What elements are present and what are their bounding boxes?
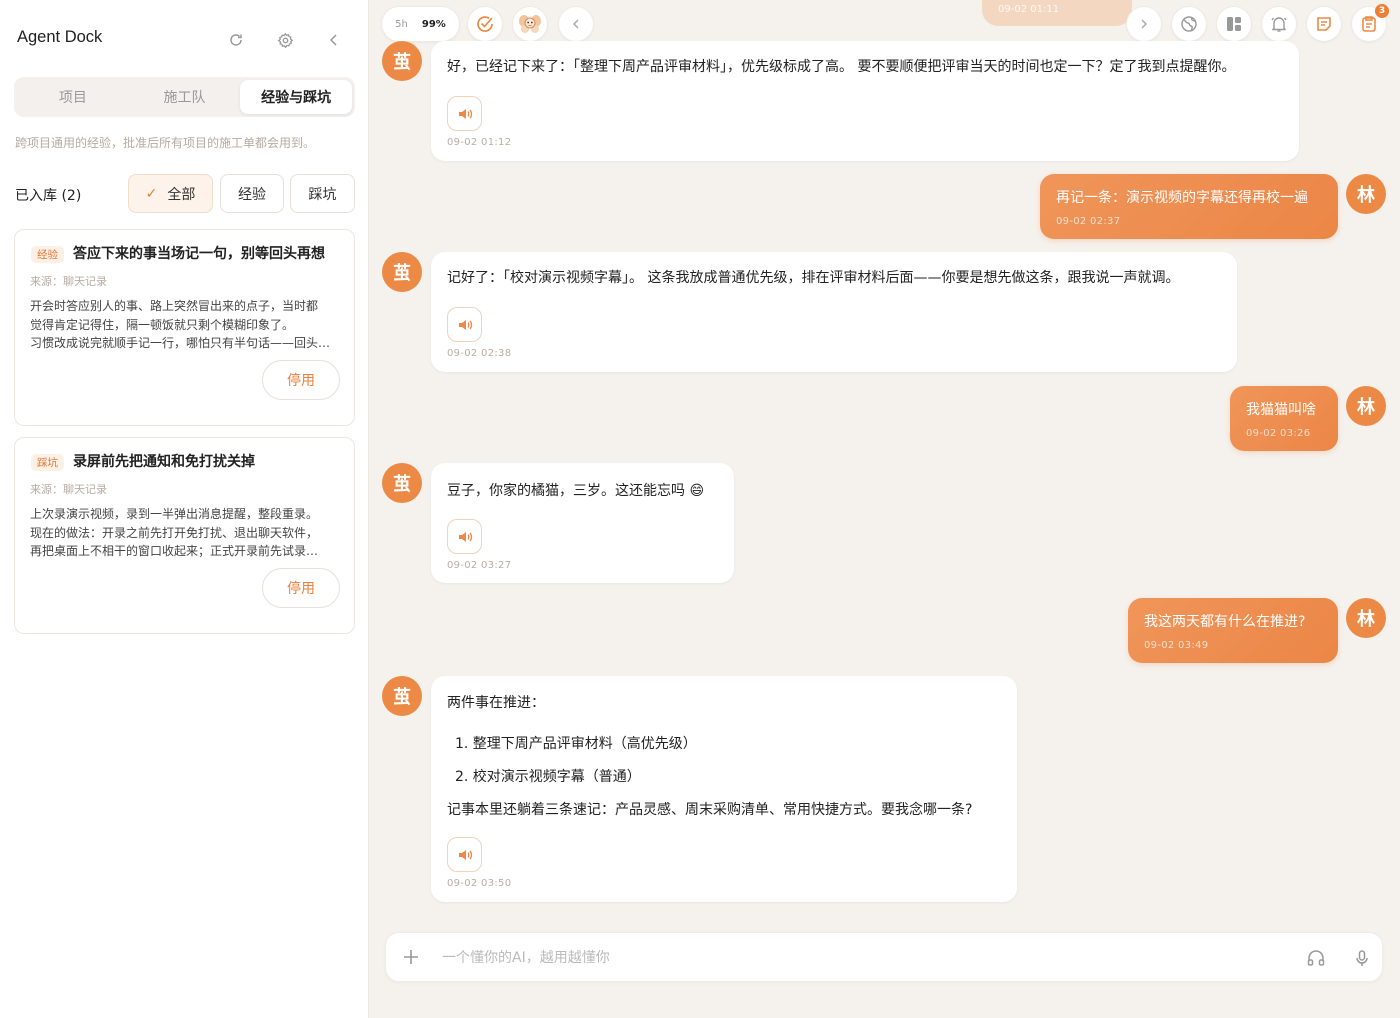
speaker-play-icon[interactable] <box>447 96 482 131</box>
assistant-avatar: 茧 <box>382 252 422 292</box>
time-window-label: 5h <box>395 18 408 30</box>
chevron-left-icon[interactable] <box>558 6 594 42</box>
filter-experience-button[interactable]: 经验 <box>220 174 284 213</box>
tab-projects[interactable]: 项目 <box>17 80 129 114</box>
disable-button[interactable]: 停用 <box>262 360 340 400</box>
card-body-line: 现在的做法：开录之前先打开免打扰、退出聊天软件， <box>30 525 319 540</box>
user-message: 我猫猫叫啥 09-02 03:26 <box>1230 386 1338 451</box>
filter-all-button[interactable]: ✓ 全部 <box>128 174 213 213</box>
headphones-icon[interactable] <box>1304 946 1328 970</box>
check-circle-icon[interactable] <box>467 6 503 42</box>
refresh-icon[interactable] <box>225 29 247 51</box>
app-title: Agent Dock <box>17 28 103 46</box>
assistant-message: 豆子，你家的橘猫，三岁。这还能忘吗 😄 09-02 03:27 <box>431 463 734 583</box>
sidebar: Agent Dock 项目 施工队 经验与踩坑 跨项目通用的经验，批准后所有项目… <box>0 0 369 1018</box>
sidebar-tabs: 项目 施工队 经验与踩坑 <box>14 77 355 117</box>
message-text: 我这两天都有什么在推进? <box>1144 614 1306 630</box>
settings-gear-icon[interactable] <box>274 29 296 51</box>
message-timestamp: 09-02 02:38 <box>447 348 512 359</box>
knowledge-card[interactable]: 经验 答应下来的事当场记一句，别等回头再想 来源：聊天记录 开会时答应别人的事、… <box>14 229 355 426</box>
check-icon: ✓ <box>145 185 158 202</box>
speaker-play-icon[interactable] <box>447 307 482 342</box>
card-tag: 踩坑 <box>31 454 64 471</box>
chat-input[interactable] <box>442 943 1282 973</box>
disable-button[interactable]: 停用 <box>262 568 340 608</box>
card-source: 来源：聊天记录 <box>30 483 107 496</box>
tab-crew[interactable]: 施工队 <box>129 80 241 114</box>
card-body-line: 觉得肯定记得住，隔一顿饭就只剩个模糊印象了。 <box>30 317 295 332</box>
mascot-icon[interactable] <box>512 6 548 42</box>
previous-timestamp-fragment: 09-02 01:11 <box>982 0 1132 26</box>
message-timestamp: 09-02 03:50 <box>447 878 512 889</box>
message-text: 再记一条：演示视频的字幕还得再校一遍 <box>1056 190 1308 206</box>
user-message: 我这两天都有什么在推进? 09-02 03:49 <box>1128 598 1338 663</box>
notification-badge: 3 <box>1375 4 1389 18</box>
message-text: 好，已经记下来了：「整理下周产品评审材料」，优先级标成了高。 要不要顺便把评审当… <box>447 59 1236 75</box>
card-tag: 经验 <box>31 246 64 263</box>
section-description: 跨项目通用的经验，批准后所有项目的施工单都会用到。 <box>15 136 316 150</box>
user-avatar: 林 <box>1346 386 1386 426</box>
card-source: 来源：聊天记录 <box>30 275 107 288</box>
message-timestamp: 09-02 01:12 <box>447 137 512 148</box>
assistant-avatar: 茧 <box>382 41 422 81</box>
assistant-message: 记好了：「校对演示视频字幕」。 这条我放成普通优先级，排在评审材料后面——你要是… <box>431 252 1237 372</box>
card-title: 答应下来的事当场记一句，别等回头再想 <box>73 246 325 262</box>
microphone-icon[interactable] <box>1350 946 1374 970</box>
knowledge-card[interactable]: 踩坑 录屏前先把通知和免打扰关掉 来源：聊天记录 上次录演示视频，录到一半弹出消… <box>14 437 355 634</box>
layout-icon[interactable] <box>1216 6 1252 42</box>
card-body-line: 开会时答应别人的事、路上突然冒出来的点子，当时都 <box>30 299 319 313</box>
message-intro: 两件事在推进： <box>447 695 545 711</box>
note-icon[interactable] <box>1306 6 1342 42</box>
clipboard-icon[interactable]: 3 <box>1351 4 1389 42</box>
globe-icon[interactable] <box>1171 6 1207 42</box>
card-title: 录屏前先把通知和免打扰关掉 <box>73 454 255 470</box>
collapse-chevron-left-icon[interactable] <box>323 29 345 51</box>
assistant-avatar: 茧 <box>382 463 422 503</box>
chevron-right-icon[interactable] <box>1126 6 1162 42</box>
filter-all-label: 全部 <box>167 186 196 203</box>
sidebar-header: Agent Dock <box>0 0 369 80</box>
user-avatar: 林 <box>1346 174 1386 214</box>
list-item: 1. 整理下周产品评审材料（高优先级） <box>455 736 697 752</box>
tab-experience[interactable]: 经验与踩坑 <box>240 80 353 114</box>
battery-label: 99% <box>421 18 446 30</box>
message-outro: 记事本里还躺着三条速记：产品灵感、周末采购清单、常用快捷方式。要我念哪一条? <box>447 802 973 818</box>
status-pill: 5h 99% <box>381 6 460 42</box>
message-text: 记好了：「校对演示视频字幕」。 这条我放成普通优先级，排在评审材料后面——你要是… <box>447 270 1180 286</box>
message-timestamp: 09-02 03:27 <box>447 560 512 571</box>
user-avatar: 林 <box>1346 598 1386 638</box>
list-item: 2. 校对演示视频字幕（普通） <box>455 769 641 785</box>
assistant-avatar: 茧 <box>382 676 422 716</box>
bell-icon[interactable] <box>1261 6 1297 42</box>
assistant-message: 好，已经记下来了：「整理下周产品评审材料」，优先级标成了高。 要不要顺便把评审当… <box>431 41 1299 161</box>
speaker-play-icon[interactable] <box>447 837 482 872</box>
card-body-line: 习惯改成说完就顺手记一行，哪怕只有半句话——回头… <box>30 336 331 350</box>
card-body-line: 上次录演示视频，录到一半弹出消息提醒，整段重录。 <box>30 507 319 521</box>
card-body: 上次录演示视频，录到一半弹出消息提醒，整段重录。 现在的做法：开录之前先打开免打… <box>30 505 348 561</box>
message-timestamp: 09-02 03:26 <box>1246 428 1311 439</box>
card-body: 开会时答应别人的事、路上突然冒出来的点子，当时都 觉得肯定记得住，隔一顿饭就只剩… <box>30 297 348 353</box>
filter-count-label: 已入库 (2) <box>15 188 82 204</box>
add-attachment-plus-icon[interactable] <box>398 944 424 970</box>
message-text: 豆子，你家的橘猫，三岁。这还能忘吗 😄 <box>447 483 705 499</box>
card-body-line: 再把桌面上不相干的窗口收起来；正式开录前先试录… <box>30 544 319 558</box>
user-message: 再记一条：演示视频的字幕还得再校一遍 09-02 02:37 <box>1040 174 1338 239</box>
speaker-play-icon[interactable] <box>447 519 482 554</box>
message-text: 我猫猫叫啥 <box>1246 402 1316 418</box>
message-timestamp: 09-02 02:37 <box>1056 216 1121 227</box>
message-timestamp: 09-02 03:49 <box>1144 640 1209 651</box>
assistant-message: 两件事在推进： 1. 整理下周产品评审材料（高优先级） 2. 校对演示视频字幕（… <box>431 676 1017 902</box>
message-composer <box>385 932 1383 982</box>
filter-pitfall-button[interactable]: 踩坑 <box>290 174 355 213</box>
